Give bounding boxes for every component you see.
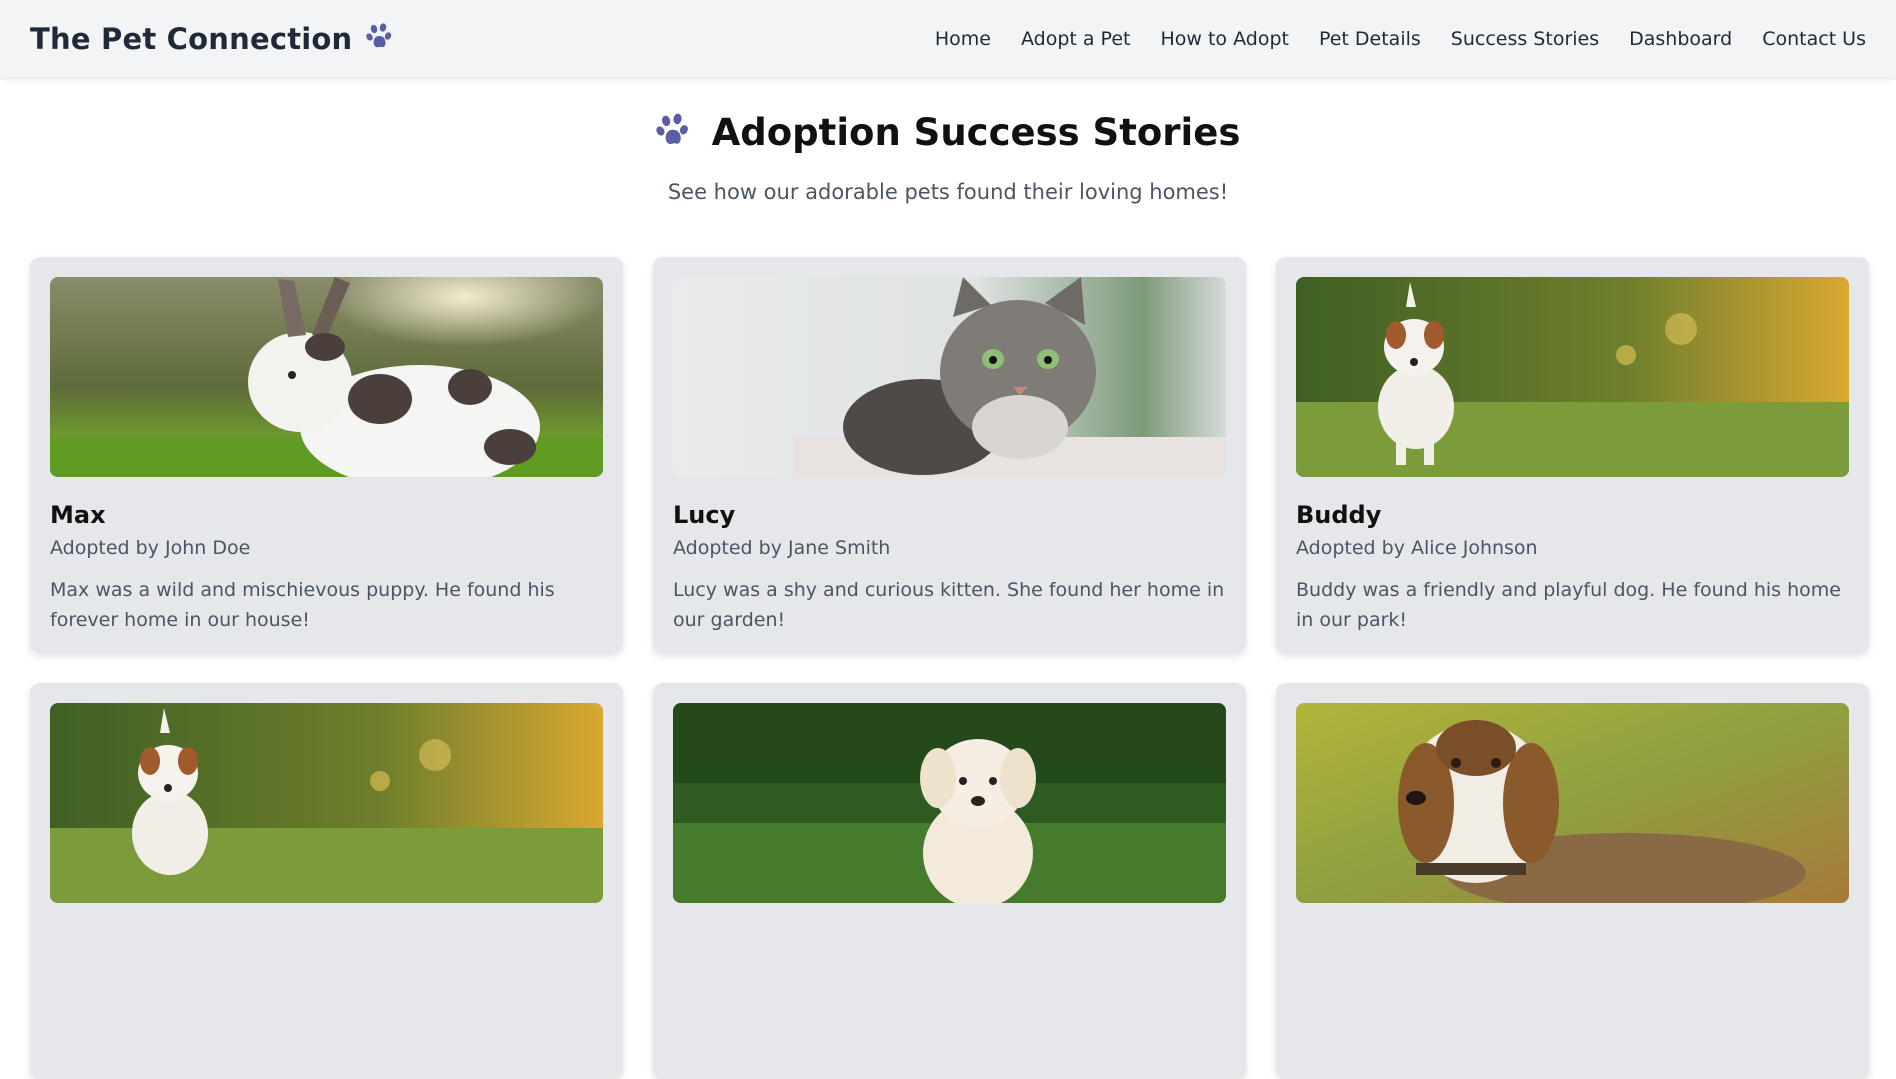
adopter-text: Adopted by Jane Smith	[673, 537, 891, 559]
nav-dashboard[interactable]: Dashboard	[1629, 28, 1732, 50]
nav-pet-details[interactable]: Pet Details	[1319, 28, 1421, 50]
page-header: Adoption Success Stories See how our ado…	[0, 77, 1896, 204]
stories-grid: Max Adopted by John Doe Max was a wild a…	[30, 257, 1869, 1079]
brand-title[interactable]: The Pet Connection	[30, 22, 352, 56]
paw-icon	[366, 22, 396, 55]
nav-home[interactable]: Home	[935, 28, 991, 50]
terrier-running-photo	[50, 703, 603, 903]
adopter-text: Adopted by Alice Johnson	[1296, 537, 1538, 559]
story-text: Lucy was a shy and curious kitten. She f…	[673, 579, 1225, 631]
story-card[interactable]: Max Adopted by John Doe Max was a wild a…	[30, 257, 623, 653]
story-card[interactable]: Buddy Adopted by Alice Johnson Buddy was…	[1276, 257, 1869, 653]
pet-name: Max	[50, 501, 106, 529]
brand[interactable]: The Pet Connection	[30, 22, 396, 56]
page-subtitle: See how our adorable pets found their lo…	[667, 180, 1229, 204]
nav-adopt-a-pet[interactable]: Adopt a Pet	[1021, 28, 1131, 50]
rabbit-photo	[50, 277, 603, 477]
beagle-photo	[1296, 703, 1849, 903]
adopter-text: Adopted by John Doe	[50, 537, 251, 559]
story-card[interactable]	[1276, 683, 1869, 1079]
story-card[interactable]: Lucy Adopted by Jane Smith Lucy was a sh…	[653, 257, 1246, 653]
story-text: Buddy was a friendly and playful dog. He…	[1296, 579, 1841, 631]
nav-contact-us[interactable]: Contact Us	[1762, 28, 1866, 50]
pet-name: Lucy	[673, 501, 736, 529]
tabby-cat-photo	[673, 277, 1226, 477]
pet-name: Buddy	[1296, 501, 1382, 529]
story-card[interactable]	[30, 683, 623, 1079]
nav-how-to-adopt[interactable]: How to Adopt	[1160, 28, 1288, 50]
terrier-running-photo	[1296, 277, 1849, 477]
story-text: Max was a wild and mischievous puppy. He…	[50, 579, 555, 631]
page-title: Adoption Success Stories	[711, 111, 1241, 154]
story-card[interactable]	[653, 683, 1246, 1079]
navbar: The Pet Connection Home Adopt a Pet How …	[0, 0, 1896, 77]
page-title-row: Adoption Success Stories	[0, 111, 1896, 154]
nav-success-stories[interactable]: Success Stories	[1451, 28, 1599, 50]
nav-links: Home Adopt a Pet How to Adopt Pet Detail…	[935, 28, 1866, 50]
paw-icon	[655, 113, 694, 153]
golden-puppy-photo	[673, 703, 1226, 903]
